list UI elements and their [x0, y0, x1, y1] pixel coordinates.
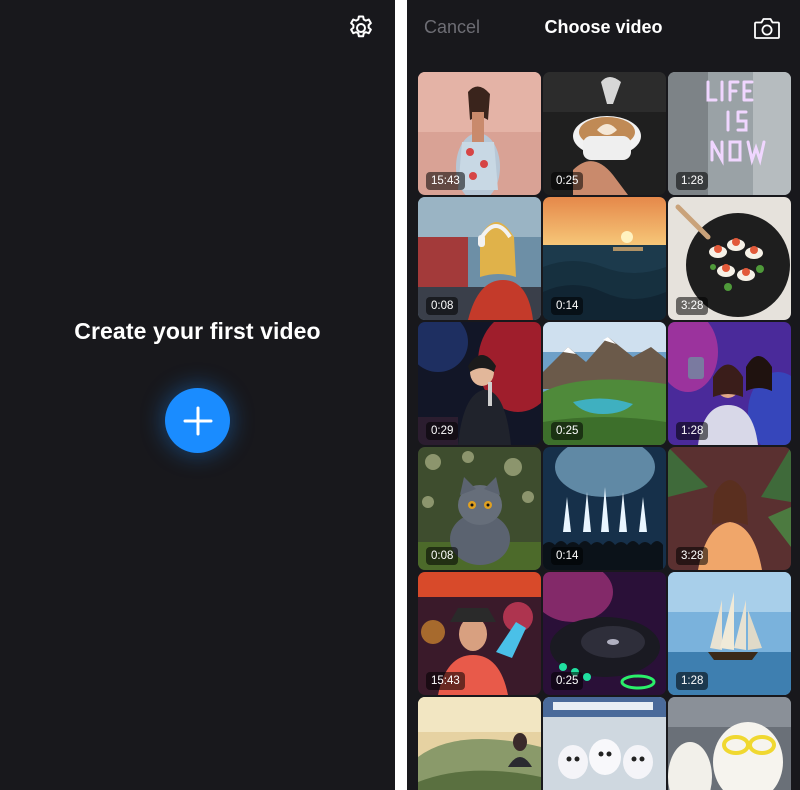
- video-thumbnail-image: [418, 697, 541, 790]
- video-thumbnail[interactable]: 1:28: [668, 572, 791, 695]
- video-thumbnail[interactable]: 0:14: [543, 197, 666, 320]
- video-picker-panel: Cancel Choose video 15:43 0:25 1:28 0:08…: [407, 0, 800, 790]
- video-thumbnail[interactable]: 1:28: [668, 322, 791, 445]
- video-thumbnail[interactable]: 0:08: [418, 447, 541, 570]
- video-thumbnail[interactable]: 0:25: [543, 72, 666, 195]
- video-duration: 15:43: [426, 672, 465, 690]
- video-thumbnail[interactable]: 3:28: [668, 447, 791, 570]
- home-panel: Create your first video: [0, 0, 395, 790]
- video-thumbnail[interactable]: [668, 697, 791, 790]
- video-duration: 1:28: [676, 672, 709, 690]
- video-duration: 0:25: [551, 422, 584, 440]
- video-thumbnail[interactable]: 1:28: [668, 72, 791, 195]
- video-duration: 0:25: [551, 172, 584, 190]
- camera-button[interactable]: [753, 15, 781, 41]
- picker-top-bar: Cancel Choose video: [407, 0, 800, 56]
- video-thumbnail[interactable]: 3:28: [668, 197, 791, 320]
- video-duration: 3:28: [676, 297, 709, 315]
- video-thumbnail[interactable]: [418, 697, 541, 790]
- cancel-button[interactable]: Cancel: [424, 17, 480, 38]
- video-duration: 15:43: [426, 172, 465, 190]
- video-duration: 0:08: [426, 547, 459, 565]
- video-duration: 0:14: [551, 297, 584, 315]
- video-duration: 0:29: [426, 422, 459, 440]
- video-duration: 1:28: [676, 172, 709, 190]
- settings-button[interactable]: [346, 13, 376, 43]
- plus-icon: [183, 406, 212, 435]
- video-thumbnail[interactable]: 15:43: [418, 572, 541, 695]
- empty-state-title: Create your first video: [74, 318, 321, 344]
- video-thumbnail[interactable]: [543, 697, 666, 790]
- video-thumbnail[interactable]: 0:25: [543, 322, 666, 445]
- gear-icon: [350, 15, 372, 38]
- video-duration: 1:28: [676, 422, 709, 440]
- video-thumbnail-image: [543, 697, 666, 790]
- video-duration: 0:25: [551, 672, 584, 690]
- video-thumbnail[interactable]: 15:43: [418, 72, 541, 195]
- video-duration: 0:08: [426, 297, 459, 315]
- video-thumbnail[interactable]: 0:08: [418, 197, 541, 320]
- camera-icon: [754, 18, 780, 39]
- video-thumbnail[interactable]: 0:14: [543, 447, 666, 570]
- video-duration: 3:28: [676, 547, 709, 565]
- video-grid: 15:43 0:25 1:28 0:08 0:14 3:28 0:29 0:25…: [418, 72, 791, 790]
- video-thumbnail[interactable]: 0:25: [543, 572, 666, 695]
- video-duration: 0:14: [551, 547, 584, 565]
- video-thumbnail-image: [668, 697, 791, 790]
- create-video-button[interactable]: [165, 388, 230, 453]
- video-thumbnail[interactable]: 0:29: [418, 322, 541, 445]
